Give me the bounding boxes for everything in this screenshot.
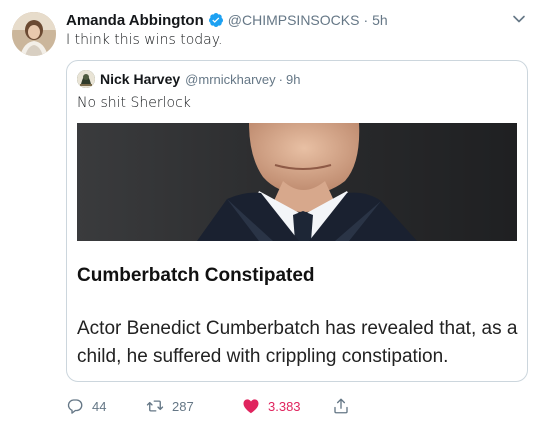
separator-dot: ·	[363, 12, 369, 28]
tweet-actions: 44 287 3.383	[66, 396, 362, 416]
quoted-author-display-name: Nick Harvey	[100, 71, 181, 87]
verified-badge-icon	[208, 13, 223, 27]
retweet-button[interactable]: 287	[146, 397, 242, 415]
reply-icon	[67, 399, 83, 414]
article-standfirst: Actor Benedict Cumberbatch has revealed …	[77, 318, 518, 367]
reply-button[interactable]: 44	[66, 397, 146, 415]
author-handle[interactable]: @CHIMPSINSOCKS	[228, 12, 360, 28]
share-icon	[334, 398, 348, 414]
like-count: 3.383	[268, 398, 301, 414]
tweet-header: Amanda Abbington @CHIMPSINSOCKS · 5h	[66, 10, 388, 30]
quoted-tweet-timestamp: 9h	[286, 71, 301, 87]
quoted-tweet-photo[interactable]	[77, 123, 517, 241]
share-button[interactable]	[332, 397, 362, 415]
like-button[interactable]: 3.383	[242, 397, 332, 415]
quoted-author-avatar	[77, 70, 95, 88]
quoted-tweet-header: Nick Harvey @mrnickharvey · 9h	[77, 70, 300, 88]
quoted-author-handle: @mrnickharvey	[185, 71, 276, 87]
retweet-icon	[146, 400, 164, 412]
chevron-down-icon[interactable]	[512, 12, 526, 26]
tweet-timestamp[interactable]: 5h	[372, 12, 388, 28]
tweet-text: I think this wins today.	[66, 32, 223, 48]
quoted-tweet[interactable]: Nick Harvey @mrnickharvey · 9h No shit S…	[66, 60, 528, 382]
article-headline: Cumberbatch Constipated	[77, 265, 315, 286]
heart-icon	[243, 399, 259, 414]
reply-count: 44	[92, 398, 107, 414]
tweet: Amanda Abbington @CHIMPSINSOCKS · 5h I t…	[0, 0, 540, 425]
author-avatar[interactable]	[12, 12, 56, 56]
separator-dot: ·	[278, 71, 284, 87]
retweet-count: 287	[172, 398, 194, 414]
author-display-name[interactable]: Amanda Abbington	[66, 12, 204, 29]
quoted-tweet-text: No shit Sherlock	[77, 95, 191, 111]
